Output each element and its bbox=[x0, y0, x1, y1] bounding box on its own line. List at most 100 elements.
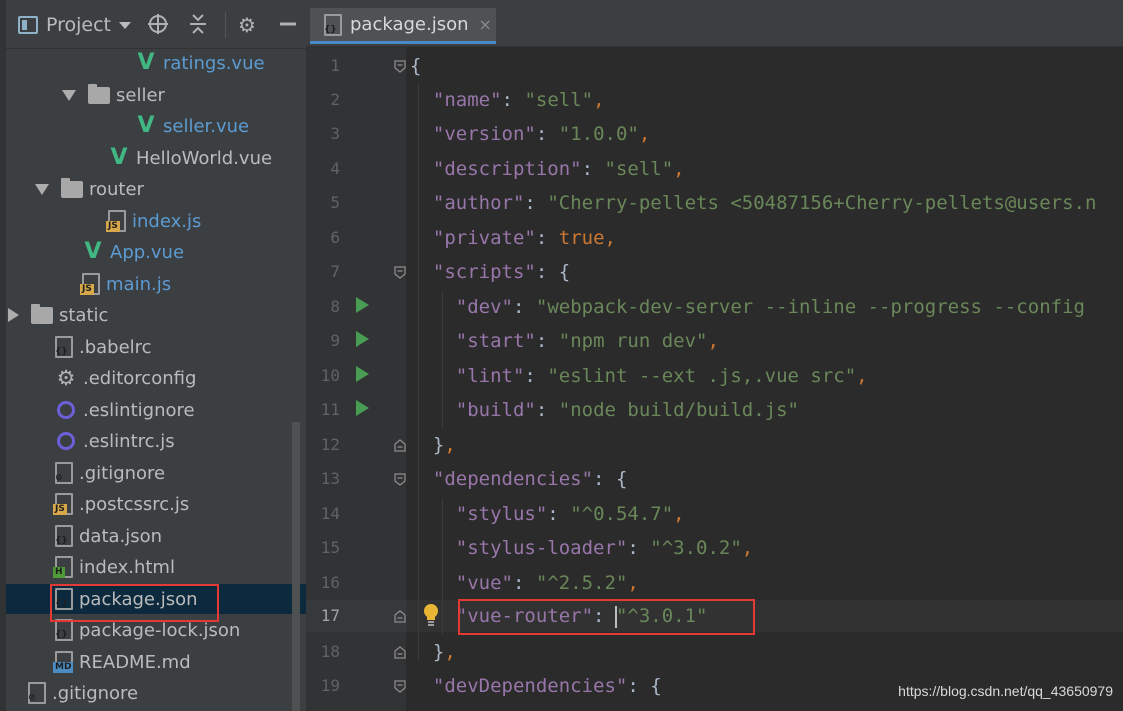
chevron-down-icon[interactable] bbox=[35, 183, 49, 195]
run-script-icon[interactable] bbox=[356, 297, 369, 313]
code-line[interactable]: { bbox=[410, 50, 421, 82]
vue-icon: V bbox=[84, 239, 102, 264]
line-number: 9 bbox=[330, 331, 340, 350]
js-file-icon: JS bbox=[106, 210, 126, 232]
watermark: https://blog.csdn.net/qq_43650979 bbox=[898, 683, 1113, 699]
tree-file[interactable]: JS index.js bbox=[6, 206, 306, 236]
collapse-all-icon[interactable] bbox=[186, 13, 210, 37]
js-file-icon: JS bbox=[53, 493, 73, 515]
tree-file[interactable]: Hindex.html bbox=[6, 552, 306, 582]
code-line[interactable]: "dependencies": { bbox=[410, 463, 628, 495]
fold-marker-icon[interactable] bbox=[394, 646, 406, 659]
code-line[interactable]: "build": "node build/build.js" bbox=[410, 394, 799, 426]
tree-file[interactable]: ⚙ .editorconfig bbox=[6, 363, 306, 393]
code-line[interactable]: "private": true, bbox=[410, 222, 616, 254]
fold-marker-icon[interactable] bbox=[394, 439, 406, 452]
run-script-icon[interactable] bbox=[356, 400, 369, 416]
line-number: 14 bbox=[320, 504, 340, 523]
tree-file[interactable]: {} package-lock.json bbox=[6, 615, 306, 645]
code-text: "stylus": "^0.54.7", bbox=[455, 503, 685, 525]
tree-file[interactable]: {} data.json bbox=[6, 521, 306, 551]
tree-item-label: index.js bbox=[132, 210, 202, 232]
tree-file[interactable]: V HelloWorld.vue bbox=[6, 143, 306, 173]
project-view-switcher[interactable]: Project bbox=[18, 12, 132, 38]
close-icon[interactable]: × bbox=[479, 15, 492, 34]
run-script-icon[interactable] bbox=[356, 331, 369, 347]
chevron-right-icon[interactable] bbox=[8, 308, 19, 322]
editor-tab-bar: {} package.json × bbox=[306, 0, 1123, 47]
tree-item-label: index.html bbox=[79, 556, 175, 578]
tab-package-json[interactable]: {} package.json × bbox=[310, 8, 496, 44]
fold-marker-icon[interactable] bbox=[394, 680, 406, 693]
code-text: "dependencies": { bbox=[432, 468, 628, 490]
fold-marker-icon[interactable] bbox=[394, 473, 406, 486]
tree-folder[interactable]: seller bbox=[6, 80, 306, 110]
fold-marker-icon[interactable] bbox=[394, 266, 406, 279]
tree-item-label: .editorconfig bbox=[83, 367, 197, 389]
code-line[interactable]: "lint": "eslint --ext .js,.vue src", bbox=[410, 360, 868, 392]
run-script-icon[interactable] bbox=[356, 366, 369, 382]
tree-item-label: .eslintrc.js bbox=[83, 430, 175, 452]
code-line[interactable]: "vue": "^2.5.2", bbox=[410, 567, 639, 599]
code-line[interactable]: "stylus": "^0.54.7", bbox=[410, 498, 685, 530]
tree-scrollbar[interactable] bbox=[292, 422, 300, 711]
line-number: 16 bbox=[320, 573, 340, 592]
tree-file[interactable]: MD README.md bbox=[6, 647, 306, 677]
tree-file[interactable]: JS main.js bbox=[6, 269, 306, 299]
code-line[interactable]: }, bbox=[410, 636, 456, 668]
project-icon bbox=[18, 16, 38, 34]
code-line[interactable]: "description": "sell", bbox=[410, 153, 685, 185]
code-line[interactable]: "stylus-loader": "^3.0.2", bbox=[410, 532, 753, 564]
tree-file[interactable]: ⊘ .gitignore bbox=[6, 678, 306, 708]
tree-item-label: package-lock.json bbox=[79, 619, 241, 641]
tree-file[interactable]: Vseller.vue bbox=[6, 111, 306, 141]
code-text: "vue-router": "^3.0.1" bbox=[455, 605, 708, 628]
tree-file[interactable]: ⊘ .gitignore bbox=[6, 458, 306, 488]
chevron-down-icon[interactable] bbox=[62, 89, 76, 101]
tree-item-label: router bbox=[89, 178, 144, 200]
code-text: "name": "sell", bbox=[432, 89, 605, 111]
tree-file[interactable]: JS .postcssrc.js bbox=[6, 489, 306, 519]
code-text: "private": true, bbox=[432, 227, 616, 249]
gear-icon[interactable]: ⚙ bbox=[235, 13, 259, 37]
code-line[interactable]: "name": "sell", bbox=[410, 84, 605, 116]
tree-file[interactable]: V App.vue bbox=[6, 237, 306, 267]
line-number: 8 bbox=[330, 297, 340, 316]
vue-icon: V bbox=[110, 145, 128, 170]
tree-item-label: seller bbox=[116, 84, 165, 106]
code-line[interactable]: "devDependencies": { bbox=[410, 670, 662, 702]
code-line[interactable]: }, bbox=[410, 429, 456, 461]
target-icon[interactable] bbox=[146, 13, 170, 37]
lightbulb-icon[interactable] bbox=[420, 602, 442, 628]
code-text: "scripts": { bbox=[432, 261, 571, 283]
tree-file[interactable]: .eslintrc.js bbox=[6, 426, 306, 456]
tree-file[interactable]: {} package.json bbox=[6, 584, 306, 614]
code-line[interactable]: "vue-router": "^3.0.1" bbox=[410, 600, 707, 632]
tree-item-label: .gitignore bbox=[52, 682, 139, 704]
code-line[interactable]: "author": "Cherry-pellets <50487156+Cher… bbox=[410, 187, 1097, 219]
code-line[interactable]: "scripts": { bbox=[410, 256, 570, 288]
folder-icon bbox=[88, 83, 110, 104]
fold-marker-icon[interactable] bbox=[394, 610, 406, 623]
line-number: 12 bbox=[320, 435, 340, 454]
eslint-icon bbox=[57, 401, 75, 419]
code-text: }, bbox=[432, 434, 456, 456]
markdown-file-icon: MD bbox=[53, 651, 74, 673]
hide-icon[interactable] bbox=[276, 13, 300, 37]
tree-item-label: .eslintignore bbox=[83, 399, 195, 421]
code-line[interactable]: "version": "1.0.0", bbox=[410, 118, 650, 150]
tree-file[interactable]: {} .babelrc bbox=[6, 332, 306, 362]
json-file-icon: {} bbox=[55, 588, 73, 610]
tree-file[interactable]: .eslintignore bbox=[6, 395, 306, 425]
code-text: "build": "node build/build.js" bbox=[455, 399, 799, 421]
code-line[interactable]: "start": "npm run dev", bbox=[410, 325, 719, 357]
tree-folder[interactable]: router bbox=[6, 174, 306, 204]
json-file-icon: {} bbox=[55, 619, 73, 641]
code-text: { bbox=[410, 55, 422, 77]
json-file-icon: {} bbox=[55, 525, 73, 547]
code-line[interactable]: "dev": "webpack-dev-server --inline --pr… bbox=[410, 291, 1085, 323]
config-file-icon: {} bbox=[55, 336, 73, 358]
tree-file[interactable]: Vratings.vue bbox=[6, 48, 306, 78]
tree-folder[interactable]: static bbox=[6, 300, 306, 330]
fold-marker-icon[interactable] bbox=[394, 60, 406, 73]
